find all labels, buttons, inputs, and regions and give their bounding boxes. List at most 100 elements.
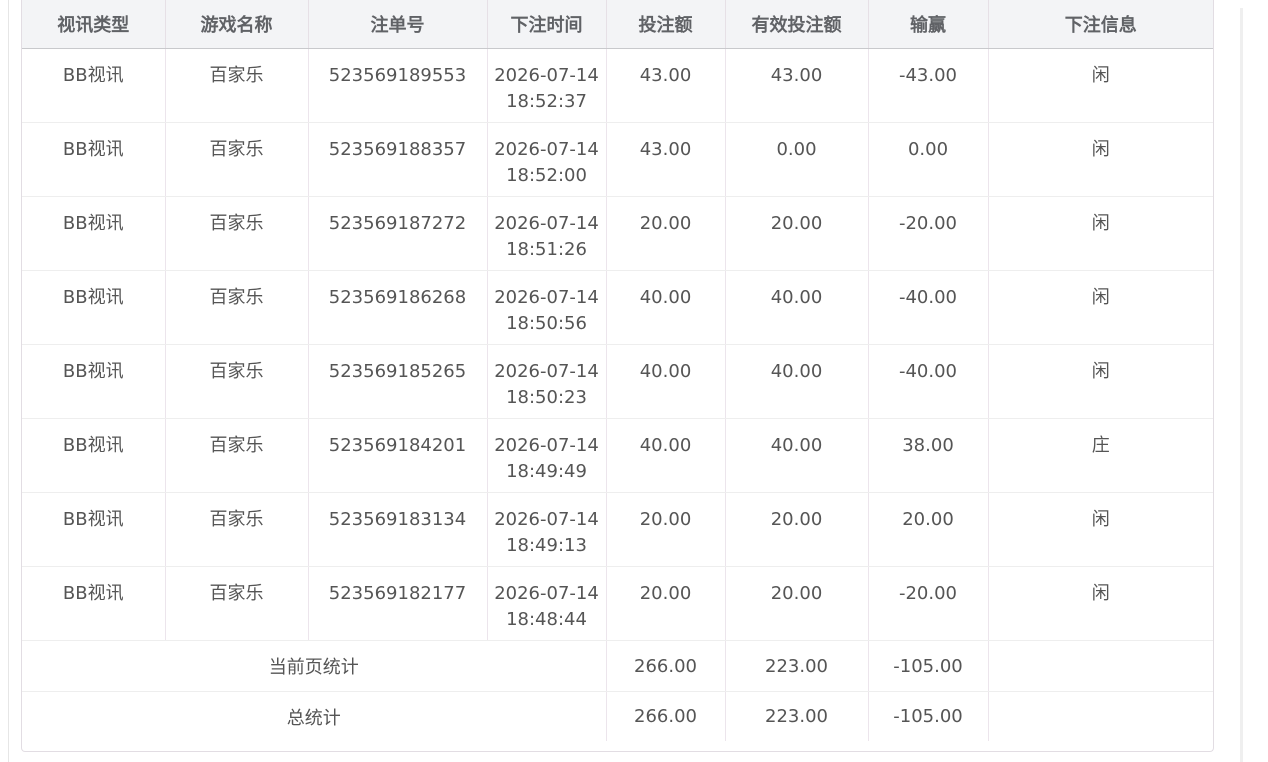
table-row: BB视讯 百家乐 523569188357 2026-07-14 18:52:00… [22, 122, 1213, 197]
cell-bet-id: 523569182177 [308, 566, 488, 641]
page: 视讯类型 游戏名称 注单号 下注时间 投注额 有效投注额 输赢 下注信息 BB视… [0, 0, 1268, 762]
cell-bet-id: 523569188357 [308, 122, 488, 197]
cell-bet-time: 2026-07-14 18:49:49 [487, 418, 607, 493]
bet-date: 2026-07-14 [494, 287, 599, 308]
bet-clock: 18:50:56 [506, 313, 587, 334]
cell-win-loss: -20.00 [868, 196, 989, 271]
total-summary-win-loss: -105.00 [868, 691, 989, 741]
cell-game: 百家乐 [165, 270, 309, 345]
cell-bet-id: 523569189553 [308, 48, 488, 123]
scrollbar-track[interactable] [1240, 8, 1243, 762]
bet-clock: 18:49:13 [506, 535, 587, 556]
table-row: BB视讯 百家乐 523569187272 2026-07-14 18:51:26… [22, 196, 1213, 271]
bet-date: 2026-07-14 [494, 583, 599, 604]
page-summary-valid-amount: 223.00 [725, 640, 869, 692]
table-row: BB视讯 百家乐 523569186268 2026-07-14 18:50:56… [22, 270, 1213, 345]
page-summary-label: 当前页统计 [22, 640, 607, 692]
cell-type: BB视讯 [22, 418, 166, 493]
cell-amount: 20.00 [606, 196, 726, 271]
total-summary-label: 总统计 [22, 691, 607, 741]
table-row: BB视讯 百家乐 523569183134 2026-07-14 18:49:13… [22, 492, 1213, 567]
page-summary-win-loss: -105.00 [868, 640, 989, 692]
cell-bet-time: 2026-07-14 18:52:37 [487, 48, 607, 123]
cell-game: 百家乐 [165, 344, 309, 419]
cell-amount: 43.00 [606, 48, 726, 123]
table-row: BB视讯 百家乐 523569185265 2026-07-14 18:50:23… [22, 344, 1213, 419]
cell-valid-amount: 40.00 [725, 344, 869, 419]
column-header-type[interactable]: 视讯类型 [22, 0, 166, 49]
cell-type: BB视讯 [22, 122, 166, 197]
cell-bet-info: 庄 [988, 418, 1213, 493]
table-header: 视讯类型 游戏名称 注单号 下注时间 投注额 有效投注额 输赢 下注信息 [22, 0, 1213, 49]
table-row: BB视讯 百家乐 523569182177 2026-07-14 18:48:44… [22, 566, 1213, 641]
column-header-amount[interactable]: 投注额 [606, 0, 726, 49]
column-header-bet-time[interactable]: 下注时间 [487, 0, 607, 49]
cell-valid-amount: 20.00 [725, 566, 869, 641]
cell-bet-id: 523569184201 [308, 418, 488, 493]
cell-valid-amount: 40.00 [725, 418, 869, 493]
cell-valid-amount: 40.00 [725, 270, 869, 345]
cell-game: 百家乐 [165, 418, 309, 493]
bet-records-table: 视讯类型 游戏名称 注单号 下注时间 投注额 有效投注额 输赢 下注信息 BB视… [22, 0, 1213, 741]
column-header-valid-amount[interactable]: 有效投注额 [725, 0, 869, 49]
cell-bet-time: 2026-07-14 18:52:00 [487, 122, 607, 197]
cell-bet-info: 闲 [988, 196, 1213, 271]
cell-bet-time: 2026-07-14 18:50:56 [487, 270, 607, 345]
cell-bet-time: 2026-07-14 18:50:23 [487, 344, 607, 419]
cell-bet-info: 闲 [988, 270, 1213, 345]
cell-amount: 20.00 [606, 492, 726, 567]
page-summary-row: 当前页统计 266.00 223.00 -105.00 [22, 640, 1213, 692]
bet-clock: 18:48:44 [506, 609, 587, 630]
cell-amount: 43.00 [606, 122, 726, 197]
cell-type: BB视讯 [22, 344, 166, 419]
cell-game: 百家乐 [165, 492, 309, 567]
cell-bet-time: 2026-07-14 18:51:26 [487, 196, 607, 271]
cell-valid-amount: 43.00 [725, 48, 869, 123]
cell-type: BB视讯 [22, 196, 166, 271]
total-summary-amount: 266.00 [606, 691, 726, 741]
left-divider [8, 0, 9, 762]
cell-win-loss: 38.00 [868, 418, 989, 493]
bet-date: 2026-07-14 [494, 139, 599, 160]
total-summary-row: 总统计 266.00 223.00 -105.00 [22, 691, 1213, 742]
table-row: BB视讯 百家乐 523569189553 2026-07-14 18:52:37… [22, 48, 1213, 123]
bet-clock: 18:52:37 [506, 91, 587, 112]
page-summary-empty [988, 640, 1213, 692]
cell-type: BB视讯 [22, 48, 166, 123]
cell-bet-id: 523569186268 [308, 270, 488, 345]
bet-clock: 18:49:49 [506, 461, 587, 482]
cell-valid-amount: 20.00 [725, 492, 869, 567]
cell-game: 百家乐 [165, 196, 309, 271]
bet-date: 2026-07-14 [494, 509, 599, 530]
cell-win-loss: 0.00 [868, 122, 989, 197]
cell-win-loss: 20.00 [868, 492, 989, 567]
cell-bet-id: 523569185265 [308, 344, 488, 419]
cell-bet-info: 闲 [988, 344, 1213, 419]
bet-clock: 18:52:00 [506, 165, 587, 186]
bet-date: 2026-07-14 [494, 213, 599, 234]
cell-bet-id: 523569187272 [308, 196, 488, 271]
total-summary-valid-amount: 223.00 [725, 691, 869, 741]
bet-date: 2026-07-14 [494, 435, 599, 456]
cell-game: 百家乐 [165, 48, 309, 123]
cell-type: BB视讯 [22, 492, 166, 567]
cell-win-loss: -40.00 [868, 270, 989, 345]
cell-game: 百家乐 [165, 566, 309, 641]
cell-amount: 40.00 [606, 418, 726, 493]
cell-game: 百家乐 [165, 122, 309, 197]
bet-records-table-container: 视讯类型 游戏名称 注单号 下注时间 投注额 有效投注额 输赢 下注信息 BB视… [21, 0, 1214, 752]
cell-amount: 20.00 [606, 566, 726, 641]
column-header-win-loss[interactable]: 输赢 [868, 0, 989, 49]
column-header-bet-id[interactable]: 注单号 [308, 0, 488, 49]
table-row: BB视讯 百家乐 523569184201 2026-07-14 18:49:49… [22, 418, 1213, 493]
cell-bet-time: 2026-07-14 18:48:44 [487, 566, 607, 641]
total-summary-empty [988, 692, 1213, 742]
column-header-bet-info[interactable]: 下注信息 [988, 0, 1213, 49]
column-header-game[interactable]: 游戏名称 [165, 0, 309, 49]
bet-clock: 18:50:23 [506, 387, 587, 408]
page-summary-amount: 266.00 [606, 640, 726, 692]
cell-type: BB视讯 [22, 566, 166, 641]
header-row: 视讯类型 游戏名称 注单号 下注时间 投注额 有效投注额 输赢 下注信息 [22, 0, 1213, 49]
cell-win-loss: -40.00 [868, 344, 989, 419]
cell-bet-id: 523569183134 [308, 492, 488, 567]
